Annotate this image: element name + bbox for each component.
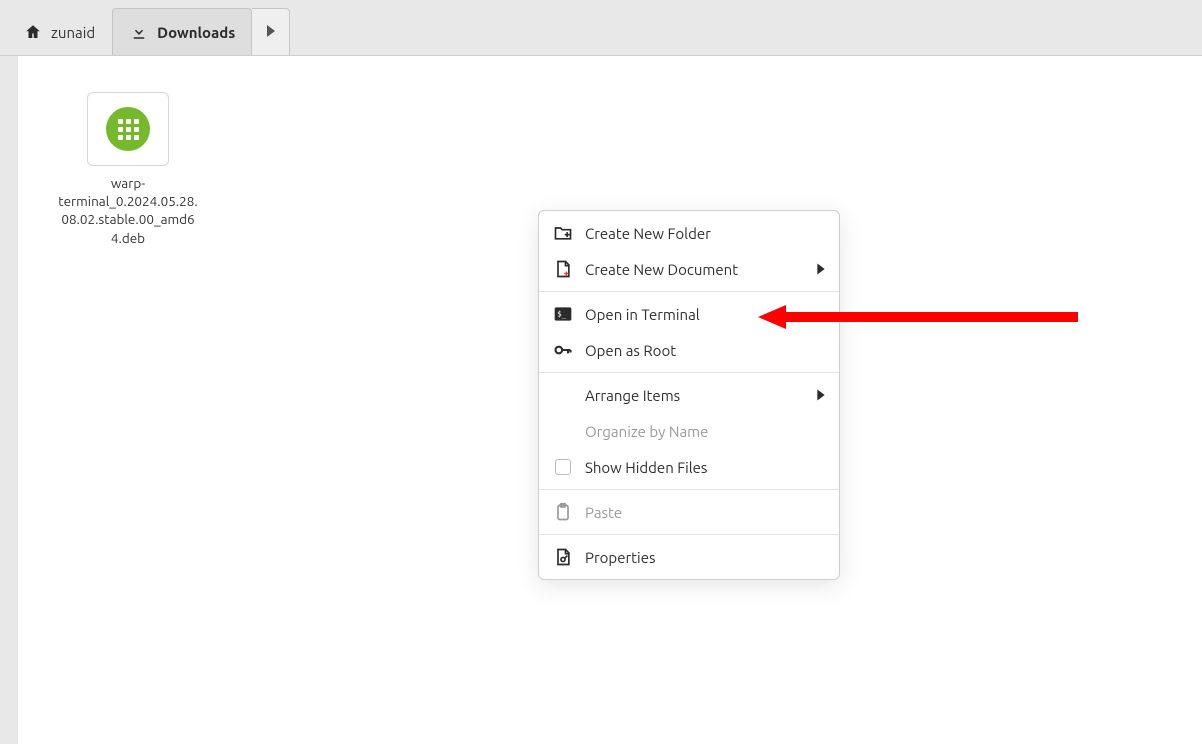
key-icon: [553, 340, 573, 360]
menu-arrange-items[interactable]: Arrange Items: [539, 377, 839, 413]
chevron-right-icon: [266, 23, 276, 41]
menu-separator: [539, 372, 839, 373]
menu-paste: Paste: [539, 494, 839, 530]
breadcrumb-home-label: zunaid: [51, 24, 95, 41]
menu-label: Paste: [585, 504, 622, 521]
menu-create-folder[interactable]: Create New Folder: [539, 215, 839, 251]
menu-label: Create New Document: [585, 261, 738, 278]
menu-separator: [539, 489, 839, 490]
menu-label: Properties: [585, 549, 656, 566]
menu-organize-by-name: Organize by Name: [539, 413, 839, 449]
menu-open-root[interactable]: Open as Root: [539, 332, 839, 368]
menu-label: Open in Terminal: [585, 306, 700, 323]
menu-label: Open as Root: [585, 342, 676, 359]
menu-label: Organize by Name: [585, 423, 708, 440]
menu-properties[interactable]: Properties: [539, 539, 839, 575]
breadcrumb-home[interactable]: zunaid: [6, 8, 112, 55]
menu-open-terminal[interactable]: $_ Open in Terminal: [539, 296, 839, 332]
menu-create-document[interactable]: Create New Document: [539, 251, 839, 287]
new-document-icon: [553, 259, 573, 279]
spacer-icon: [553, 385, 573, 405]
terminal-icon: $_: [553, 304, 573, 324]
new-folder-icon: [553, 223, 573, 243]
checkbox-unchecked-icon: [553, 457, 573, 477]
file-item[interactable]: warp-terminal_0.2024.05.28.08.02.stable.…: [58, 92, 198, 247]
chevron-right-icon: [817, 387, 825, 404]
menu-label: Arrange Items: [585, 387, 680, 404]
menu-separator: [539, 291, 839, 292]
chevron-right-icon: [817, 261, 825, 278]
deb-package-icon: [87, 92, 169, 166]
menu-show-hidden[interactable]: Show Hidden Files: [539, 449, 839, 485]
file-label: warp-terminal_0.2024.05.28.08.02.stable.…: [58, 174, 198, 247]
menu-label: Show Hidden Files: [585, 459, 707, 476]
spacer-icon: [553, 421, 573, 441]
breadcrumb-current[interactable]: Downloads: [112, 8, 252, 55]
context-menu: Create New Folder Create New Document $_…: [538, 210, 840, 580]
breadcrumb-next-button[interactable]: [252, 8, 290, 55]
properties-icon: [553, 547, 573, 567]
home-icon: [23, 22, 43, 42]
svg-text:$_: $_: [557, 310, 567, 319]
breadcrumb-current-label: Downloads: [157, 24, 235, 41]
path-toolbar: zunaid Downloads: [0, 0, 1202, 56]
menu-separator: [539, 534, 839, 535]
download-icon: [129, 22, 149, 42]
clipboard-icon: [553, 502, 573, 522]
menu-label: Create New Folder: [585, 225, 711, 242]
